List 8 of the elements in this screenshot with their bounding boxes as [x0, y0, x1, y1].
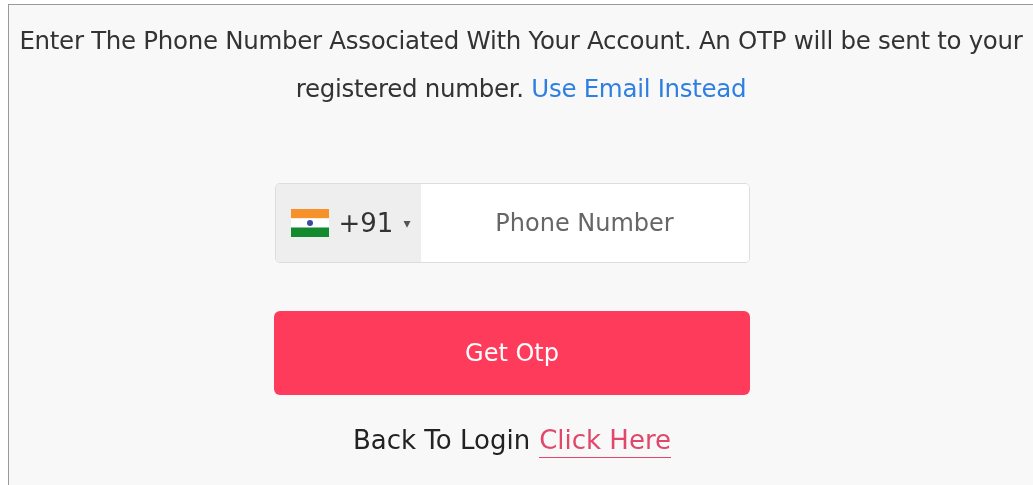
click-here-link[interactable]: Click Here: [539, 425, 672, 458]
india-flag-icon: [290, 209, 329, 237]
back-to-login-text: Back To Login: [352, 425, 531, 455]
use-email-link[interactable]: Use Email Instead: [531, 74, 747, 103]
get-otp-button[interactable]: Get Otp: [274, 311, 750, 395]
phone-field[interactable]: +91 ▾ Phone Number: [274, 183, 750, 263]
country-code-dropdown[interactable]: +91 ▾: [275, 184, 421, 262]
instructions-text: Enter The Phone Number Associated With Your Account. An OTP will be sent to your registered number. Use Email Instead: [18, 25, 1024, 105]
